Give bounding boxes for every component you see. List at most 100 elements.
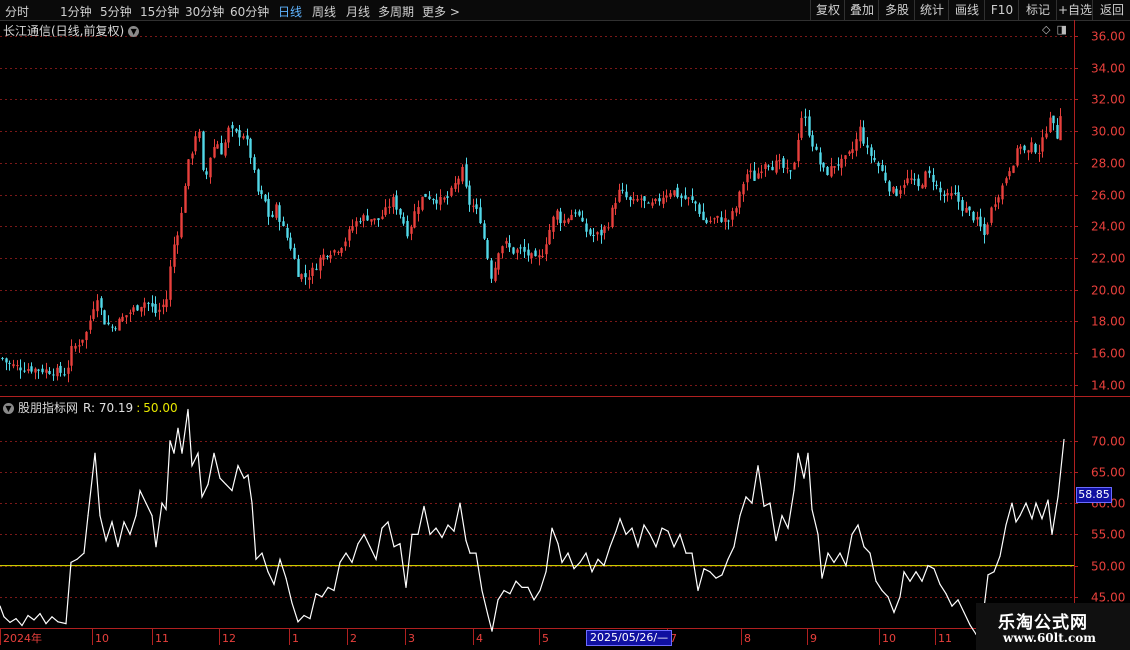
candle-up [384, 207, 387, 215]
candle-up [742, 184, 745, 195]
indicator-point [399, 543, 401, 545]
candle-up [844, 155, 847, 160]
candle-down [585, 223, 588, 232]
indicator-legend[interactable]: ▼ 股朋指标网 R: 70.19:50.00 [3, 399, 178, 416]
candle-up [78, 345, 81, 347]
panel-toggle-icon[interactable]: ◨ [1056, 23, 1066, 36]
candle-up [472, 205, 475, 207]
indicator-point [927, 565, 929, 567]
indicator-point [247, 474, 249, 476]
chevron-down-icon[interactable]: ▼ [3, 403, 14, 414]
stock-title[interactable]: 长江通信(日线,前复权) ▼ [3, 22, 140, 39]
candle-up [329, 255, 332, 259]
indicator-point [797, 452, 799, 454]
price-tick-label: 18.00 [1091, 315, 1125, 329]
candle-up [450, 187, 453, 196]
candle-up [833, 166, 836, 168]
indicator-point [237, 465, 239, 467]
candle-down [782, 158, 785, 168]
indicator-point [369, 546, 371, 548]
candle-up [738, 191, 741, 208]
candle-down [954, 192, 957, 194]
indicator-point [769, 502, 771, 504]
indicator-point [1025, 502, 1027, 504]
price-tick-label: 24.00 [1091, 220, 1125, 234]
indicator-point [1063, 438, 1065, 441]
candle-up [731, 211, 734, 220]
candle-up [563, 220, 566, 224]
candle-up [724, 218, 727, 222]
candle-up [158, 309, 161, 312]
candle-down [826, 166, 829, 176]
candle-up [89, 320, 92, 330]
indicator-point [363, 533, 365, 536]
candle-up [570, 214, 573, 221]
candle-down [939, 187, 942, 193]
candle-up [162, 304, 165, 308]
candle-down [278, 205, 281, 222]
candle-down [264, 194, 267, 202]
diamond-icon[interactable]: ◇ [1042, 23, 1050, 36]
indicator-point [453, 530, 455, 532]
watermark-title: 乐淘公式网 [998, 613, 1088, 633]
date-label: 11 [155, 632, 169, 645]
price-tick-label: 32.00 [1091, 93, 1125, 107]
price-tick-label: 20.00 [1091, 284, 1125, 298]
candle-down [399, 208, 402, 215]
candle-down [395, 195, 398, 210]
indicator-point [539, 589, 541, 592]
indicator-point [739, 515, 741, 517]
candle-down [30, 366, 33, 372]
indicator-point [591, 571, 593, 573]
chevron-down-icon[interactable]: ▼ [128, 26, 140, 37]
candle-down [366, 215, 369, 221]
indicator-tick-label: 50.00 [1091, 560, 1125, 574]
indicator-point [521, 586, 523, 589]
candle-down [961, 200, 964, 211]
candle-up [337, 251, 340, 253]
candle-down [928, 170, 931, 174]
candle-down [862, 127, 865, 144]
indicator-point [65, 623, 67, 625]
candle-up [669, 193, 672, 197]
candle-down [202, 131, 205, 170]
candle-up [640, 198, 643, 200]
indicator-point [691, 552, 693, 554]
indicator-point [827, 552, 829, 554]
indicator-point [567, 552, 569, 554]
candle-up [27, 369, 30, 371]
candle-down [972, 211, 975, 221]
indicator-point [475, 552, 477, 554]
candle-down [819, 152, 822, 165]
candle-up [140, 307, 143, 312]
candle-down [676, 187, 679, 197]
candle-up [851, 149, 854, 153]
candle-down [1, 357, 4, 359]
candle-up [417, 207, 420, 214]
candle-up [614, 203, 617, 209]
candle-down [424, 193, 427, 197]
candle-down [483, 223, 486, 239]
candle-up [552, 216, 555, 232]
candle-up [388, 206, 391, 208]
candle-up [505, 241, 508, 244]
candle-down [935, 184, 938, 187]
candle-down [932, 174, 935, 183]
candle-down [326, 256, 329, 258]
candle-down [720, 217, 723, 222]
indicator-point [1051, 533, 1053, 536]
indicator-point [509, 593, 511, 595]
candle-down [691, 196, 694, 200]
indicator-point [887, 596, 889, 598]
candle-up [56, 367, 59, 377]
indicator-point [333, 589, 335, 592]
candle-up [275, 204, 278, 218]
indicator-point [251, 502, 253, 504]
indicator-point [775, 540, 777, 542]
candle-up [118, 318, 121, 331]
candle-up [180, 212, 183, 238]
indicator-point [225, 483, 227, 485]
indicator-point [1019, 515, 1021, 517]
candle-up [209, 157, 212, 178]
candle-up [965, 207, 968, 213]
